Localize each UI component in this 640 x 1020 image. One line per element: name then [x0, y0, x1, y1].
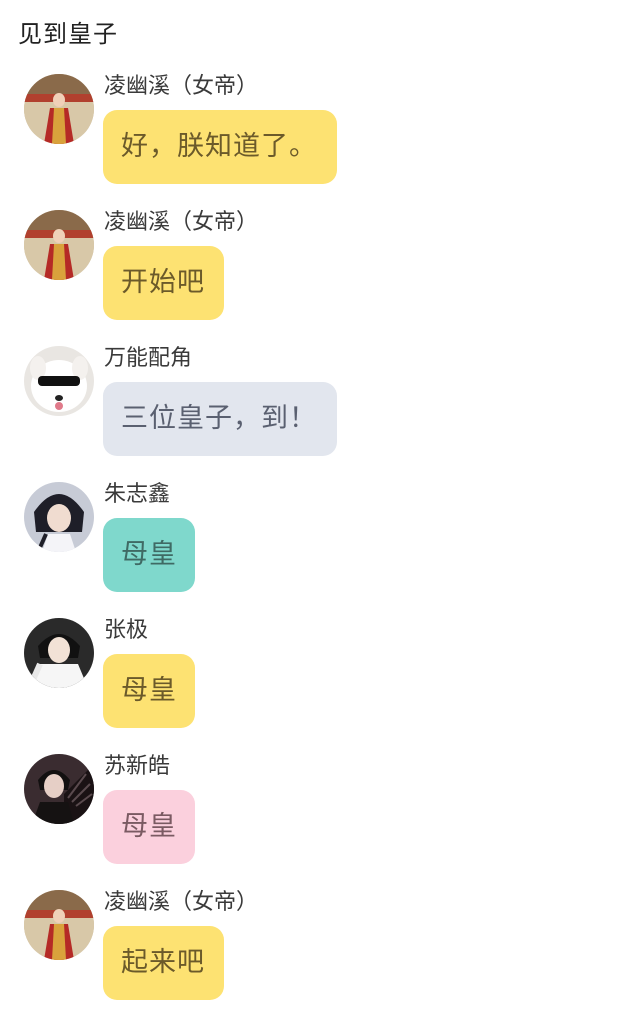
empress-avatar[interactable]: [24, 74, 94, 144]
prince-white-avatar[interactable]: [24, 618, 94, 688]
prince-avatar[interactable]: [24, 482, 94, 552]
message-item: 张极 母皇: [0, 618, 640, 748]
sender-name: 凌幽溪（女帝）: [104, 74, 259, 99]
message-item: 凌幽溪（女帝） 起来吧: [0, 890, 640, 1020]
message-bubble[interactable]: 母皇: [103, 654, 195, 728]
sender-name: 凌幽溪（女帝）: [104, 890, 259, 915]
message-bubble[interactable]: 三位皇子，到！: [103, 382, 337, 456]
message-bubble[interactable]: 好，朕知道了。: [103, 110, 337, 184]
message-item: 凌幽溪（女帝） 开始吧: [0, 210, 640, 340]
sender-name: 张极: [104, 618, 149, 643]
sender-name: 万能配角: [104, 346, 193, 371]
prince-dark-avatar[interactable]: [24, 754, 94, 824]
sender-name: 朱志鑫: [104, 482, 171, 507]
dog-avatar[interactable]: [24, 346, 94, 416]
message-bubble[interactable]: 起来吧: [103, 926, 224, 1000]
chat-title: 见到皇子: [18, 20, 118, 48]
message-bubble[interactable]: 母皇: [103, 518, 195, 592]
message-bubble[interactable]: 母皇: [103, 790, 195, 864]
sender-name: 苏新皓: [104, 754, 171, 779]
message-item: 万能配角 三位皇子，到！: [0, 346, 640, 476]
empress-avatar[interactable]: [24, 210, 94, 280]
message-item: 苏新皓 母皇: [0, 754, 640, 884]
message-bubble[interactable]: 开始吧: [103, 246, 224, 320]
empress-avatar[interactable]: [24, 890, 94, 960]
message-item: 朱志鑫 母皇: [0, 482, 640, 612]
message-item: 凌幽溪（女帝） 好，朕知道了。: [0, 74, 640, 204]
sender-name: 凌幽溪（女帝）: [104, 210, 259, 235]
